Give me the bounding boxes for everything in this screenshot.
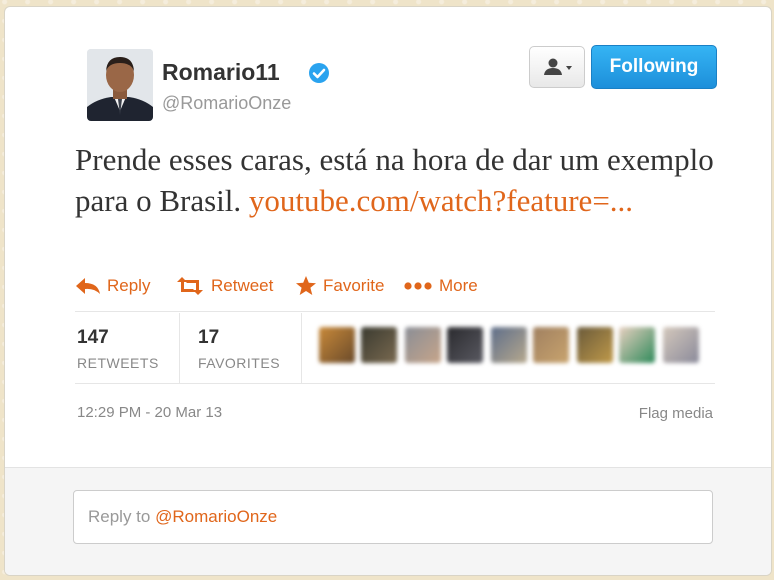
retweets-stat[interactable]: 147 RETWEETS — [75, 313, 179, 383]
star-icon — [296, 276, 316, 295]
flag-media-link[interactable]: Flag media — [639, 405, 713, 422]
tweet-card: Romario11 @RomarioOnze Following Prende … — [4, 6, 772, 576]
verified-badge-icon — [309, 63, 329, 83]
favoriter-avatar[interactable] — [319, 327, 355, 363]
reply-placeholder: Reply to — [88, 507, 156, 526]
tweet-text: Prende esses caras, está na hora de dar … — [75, 139, 715, 221]
favoriter-avatar[interactable] — [447, 327, 483, 363]
user-actions-dropdown-button[interactable] — [529, 46, 585, 88]
more-action[interactable]: More — [403, 273, 478, 299]
retweet-action[interactable]: Retweet — [175, 273, 273, 299]
profile-photo-icon — [87, 49, 153, 121]
following-button[interactable]: Following — [591, 45, 717, 89]
reply-input[interactable]: Reply to @RomarioOnze — [73, 490, 713, 544]
favoriter-avatar[interactable] — [663, 327, 699, 363]
reply-action[interactable]: Reply — [75, 273, 150, 299]
divider — [75, 311, 715, 312]
more-dots-icon — [404, 282, 432, 290]
reply-arrow-icon — [76, 278, 100, 294]
divider — [75, 383, 715, 384]
reply-label: Reply — [107, 276, 151, 295]
favorites-count: 17 — [198, 327, 220, 348]
more-label: More — [439, 276, 478, 295]
avatar[interactable] — [87, 49, 153, 121]
reply-mention: @RomarioOnze — [155, 507, 278, 526]
favoriter-avatar[interactable] — [361, 327, 397, 363]
favorites-stat[interactable]: 17 FAVORITES — [180, 313, 300, 383]
stat-divider — [301, 313, 302, 383]
tweet-timestamp[interactable]: 12:29 PM - 20 Mar 13 — [77, 404, 222, 421]
favoriter-avatar[interactable] — [577, 327, 613, 363]
user-dropdown-icon — [544, 58, 572, 75]
retweet-label: Retweet — [211, 276, 274, 295]
retweets-label: RETWEETS — [77, 355, 159, 371]
favoriter-avatar[interactable] — [533, 327, 569, 363]
favoriter-avatar[interactable] — [405, 327, 441, 363]
tweet-link[interactable]: youtube.com/watch?feature=... — [249, 183, 633, 218]
display-name[interactable]: Romario11 — [162, 59, 280, 86]
retweets-count: 147 — [77, 327, 109, 348]
favoriter-avatar[interactable] — [491, 327, 527, 363]
reply-section: Reply to @RomarioOnze — [5, 467, 771, 575]
favorites-label: FAVORITES — [198, 355, 281, 371]
favoriter-avatar[interactable] — [619, 327, 655, 363]
username-handle[interactable]: @RomarioOnze — [162, 93, 291, 114]
favorite-action[interactable]: Favorite — [295, 273, 384, 299]
favorite-label: Favorite — [323, 276, 385, 295]
retweet-icon — [177, 277, 203, 295]
